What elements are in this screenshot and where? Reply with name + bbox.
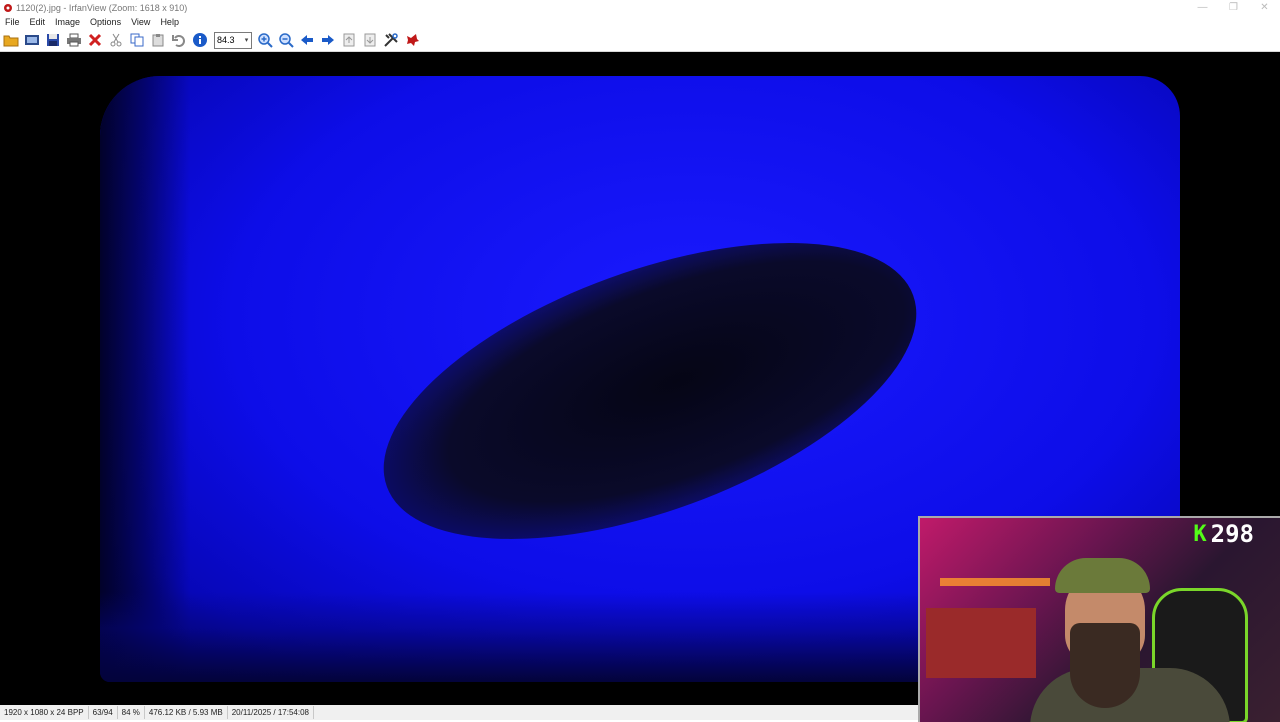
info-button[interactable] <box>190 30 210 50</box>
webcam-overlay: K 298 <box>918 516 1280 722</box>
first-page-icon <box>343 33 355 47</box>
title-bar: 1120(2).jpg - IrfanView (Zoom: 1618 x 91… <box>0 0 1280 15</box>
irfanview-app-icon <box>3 3 13 13</box>
zoom-out-icon <box>279 33 294 48</box>
viewer-counter: K 298 <box>1193 520 1254 548</box>
delete-icon <box>88 33 102 47</box>
webcam-person-beard <box>1070 623 1140 708</box>
next-icon <box>322 35 334 45</box>
settings-button[interactable] <box>381 30 401 50</box>
open-folder-icon <box>3 35 19 47</box>
menu-help[interactable]: Help <box>155 17 184 27</box>
status-index: 63/94 <box>89 706 118 719</box>
print-icon <box>67 33 81 47</box>
undo-button[interactable] <box>169 30 189 50</box>
zoom-in-icon <box>258 33 273 48</box>
first-page-button[interactable] <box>339 30 359 50</box>
window-title: 1120(2).jpg - IrfanView (Zoom: 1618 x 91… <box>16 2 188 13</box>
menu-bar: File Edit Image Options View Help <box>0 15 1280 29</box>
status-size: 476.12 KB / 5.93 MB <box>145 706 228 719</box>
save-icon <box>47 34 59 46</box>
thumbnails-icon <box>25 35 39 45</box>
previous-icon <box>301 35 313 45</box>
print-button[interactable] <box>64 30 84 50</box>
save-button[interactable] <box>43 30 63 50</box>
paste-icon <box>152 34 164 47</box>
previous-button[interactable] <box>297 30 317 50</box>
status-datetime: 20/11/2025 / 17:54:08 <box>228 706 314 719</box>
zoom-combobox[interactable]: 84.3 ▾ <box>214 31 252 49</box>
maximize-button[interactable]: ❐ <box>1218 0 1249 15</box>
menu-view[interactable]: View <box>126 17 155 27</box>
menu-edit[interactable]: Edit <box>25 17 51 27</box>
open-button[interactable] <box>1 30 21 50</box>
cut-icon <box>110 33 122 47</box>
minimize-button[interactable]: — <box>1187 0 1218 15</box>
next-button[interactable] <box>318 30 338 50</box>
menu-file[interactable]: File <box>0 17 25 27</box>
last-page-button[interactable] <box>360 30 380 50</box>
zoom-value: 84.3 <box>217 35 235 45</box>
undo-icon <box>172 35 185 47</box>
window-controls: — ❐ ✕ <box>1187 0 1280 15</box>
menu-options[interactable]: Options <box>85 17 126 27</box>
cut-button[interactable] <box>106 30 126 50</box>
last-page-icon <box>364 33 376 47</box>
menu-image[interactable]: Image <box>50 17 85 27</box>
paste-button[interactable] <box>148 30 168 50</box>
image-dark-shape <box>345 182 955 600</box>
irfanview-icon <box>407 34 419 46</box>
toolbar: 84.3 ▾ <box>0 29 1280 52</box>
settings-icon <box>384 33 398 47</box>
delete-button[interactable] <box>85 30 105 50</box>
webcam-shelf <box>940 578 1050 586</box>
zoom-out-button[interactable] <box>276 30 296 50</box>
webcam-board <box>926 608 1036 678</box>
about-button[interactable] <box>402 30 422 50</box>
status-dimensions: 1920 x 1080 x 24 BPP <box>0 706 89 719</box>
copy-button[interactable] <box>127 30 147 50</box>
kick-logo-icon: K <box>1193 521 1207 547</box>
viewer-count: 298 <box>1210 520 1254 548</box>
webcam-person-cap <box>1055 558 1150 593</box>
chevron-down-icon: ▾ <box>244 37 249 44</box>
close-button[interactable]: ✕ <box>1249 0 1280 15</box>
info-icon <box>193 33 207 47</box>
copy-icon <box>130 33 144 47</box>
thumbnails-button[interactable] <box>22 30 42 50</box>
zoom-in-button[interactable] <box>255 30 275 50</box>
status-zoom: 84 % <box>118 706 145 719</box>
